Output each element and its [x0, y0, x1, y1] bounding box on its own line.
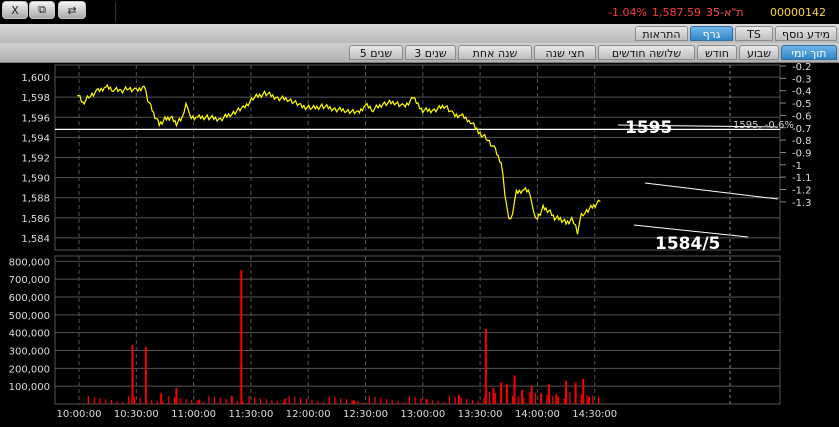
- volume-tick-label: 600,000: [9, 293, 50, 304]
- volume-bar: [587, 396, 590, 404]
- time-tick-label: 11:00:00: [171, 409, 216, 420]
- volume-bar: [353, 400, 356, 404]
- close-button[interactable]: X: [2, 1, 28, 19]
- tabs-main: מידע נוסף TS גרף התראות: [0, 24, 839, 43]
- percent-tick-label: -1: [792, 161, 802, 172]
- time-tick-label: 12:00:00: [286, 409, 331, 420]
- volume-bar: [513, 375, 516, 404]
- tab-month[interactable]: חודש: [697, 45, 737, 60]
- annotation-1584-5: 1584/5: [655, 234, 720, 254]
- volume-tick-label: 100,000: [9, 382, 50, 393]
- tab-three-years[interactable]: 3 שנים: [405, 45, 456, 60]
- tab-three-months[interactable]: שלושה חודשים: [598, 45, 695, 60]
- time-tick-label: 11:30:00: [228, 409, 273, 420]
- change-percent: -1.04%: [608, 6, 647, 19]
- price-tick-label: 1,590: [21, 174, 50, 185]
- price-tick-label: 1,594: [21, 133, 50, 144]
- switch-icon: ⇄: [67, 3, 77, 17]
- volume-bar: [131, 345, 134, 404]
- volume-panel: [54, 255, 781, 405]
- volume-tick-label: 700,000: [9, 275, 50, 286]
- percent-tick-label: -0.8: [792, 136, 812, 147]
- price-tick-label: 1,584: [21, 234, 50, 245]
- percent-tick-label: -0.2: [792, 63, 812, 73]
- volume-bar: [530, 386, 533, 404]
- percent-tick-label: -1.1: [792, 173, 812, 184]
- volume-bar: [547, 384, 550, 404]
- tab-half-year[interactable]: חצי שנה: [534, 45, 596, 60]
- last-price: 1,587.59: [652, 6, 701, 19]
- tab-intraday[interactable]: תוך יומי: [781, 45, 837, 60]
- percent-tick-label: -0.6: [792, 111, 812, 122]
- tab-graph[interactable]: גרף: [690, 26, 733, 41]
- volume-tick-label: 300,000: [9, 347, 50, 358]
- volume-tick-label: 400,000: [9, 329, 50, 340]
- tab-ts[interactable]: TS: [735, 26, 773, 41]
- tab-one-year[interactable]: שנה אחת: [458, 45, 532, 60]
- volume-bar: [240, 270, 243, 404]
- volume-tick-label: 500,000: [9, 311, 50, 322]
- volume-tick-label: 800,000: [9, 257, 50, 268]
- annotation-1595: 1595: [625, 118, 672, 138]
- volume-bar: [492, 387, 495, 404]
- volume-bar: [284, 398, 287, 404]
- restore-button[interactable]: ⧉: [29, 1, 55, 19]
- volume-bar: [565, 380, 568, 404]
- volume-bar: [144, 346, 147, 404]
- price-tick-label: 1,600: [21, 73, 50, 84]
- price-tick-label: 1,588: [21, 194, 50, 205]
- quote-bar: -1.04% 1,587.59 ת"א-35 00000142: [115, 2, 839, 22]
- volume-bar: [582, 379, 585, 404]
- chart-svg: 1,584 1,586 1,588 1,590 1,592 1,594 1,596 1,598…: [9, 62, 812, 420]
- percent-tick-label: -0.3: [792, 74, 812, 85]
- percent-tick-label: -0.5: [792, 99, 812, 110]
- time-tick-label: 14:00:00: [515, 409, 560, 420]
- tab-more-info[interactable]: מידע נוסף: [775, 26, 837, 41]
- tab-five-years[interactable]: 5 שנים: [349, 45, 403, 60]
- restore-icon: ⧉: [38, 3, 46, 16]
- crosshair-readout: 1595, -0.6%: [733, 120, 794, 131]
- time-tick-label: 13:00:00: [400, 409, 445, 420]
- volume-bar: [160, 393, 163, 404]
- price-tick-label: 1,598: [21, 93, 50, 104]
- tab-alerts[interactable]: התראות: [635, 26, 688, 41]
- tab-week[interactable]: שבוע: [739, 45, 779, 60]
- percent-tick-label: -0.4: [792, 87, 812, 98]
- price-tick-label: 1,596: [21, 113, 50, 124]
- time-tick-label: 10:00:00: [57, 409, 102, 420]
- title-bar: X ⧉ ⇄ -1.04% 1,587.59 ת"א-35 00000142: [0, 0, 839, 24]
- volume-bar: [458, 395, 461, 404]
- time-tick-label: 14:30:00: [572, 409, 617, 420]
- percent-tick-label: -1.3: [792, 198, 812, 209]
- switch-view-button[interactable]: ⇄: [58, 1, 86, 19]
- close-icon: X: [11, 3, 19, 17]
- chart-area: 1,584 1,586 1,588 1,590 1,592 1,594 1,596 1,598…: [0, 62, 839, 423]
- tabs-range: תוך יומי שבוע חודש שלושה חודשים חצי שנה …: [0, 43, 839, 63]
- volume-bar: [555, 394, 558, 404]
- volume-tick-label: 200,000: [9, 364, 50, 375]
- time-tick-label: 10:30:00: [114, 409, 159, 420]
- volume-bar: [198, 399, 201, 404]
- percent-tick-label: -0.7: [792, 124, 812, 135]
- volume-bar: [521, 389, 524, 404]
- price-tick-label: 1,586: [21, 214, 50, 225]
- index-name: ת"א-35: [706, 6, 744, 19]
- percent-tick-label: -0.9: [792, 148, 812, 159]
- price-tick-label: 1,592: [21, 154, 50, 165]
- volume-bar: [484, 329, 487, 404]
- security-id: 00000142: [770, 6, 826, 19]
- time-tick-label: 12:30:00: [343, 409, 388, 420]
- percent-tick-label: -1.2: [792, 186, 812, 197]
- volume-bar: [175, 387, 178, 404]
- time-tick-label: 13:30:00: [458, 409, 503, 420]
